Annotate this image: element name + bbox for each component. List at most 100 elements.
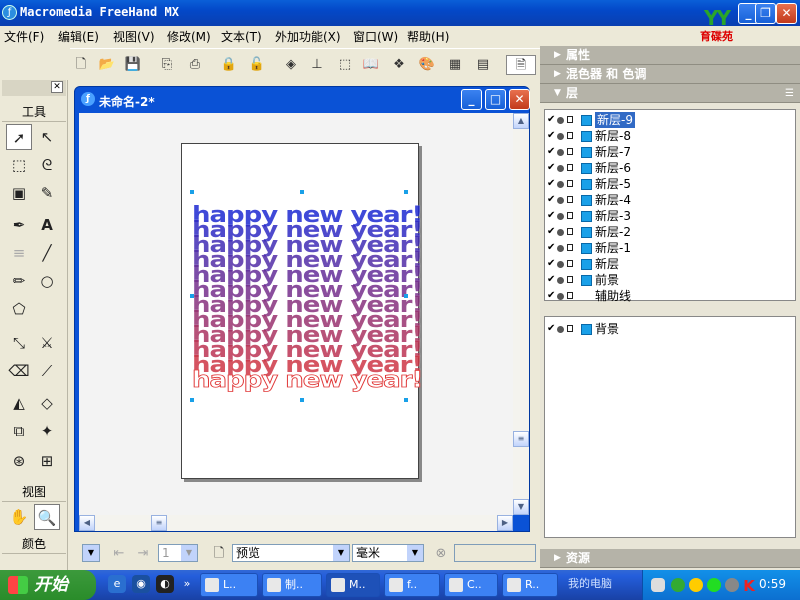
layer-row[interactable]: ✔ 新层-1 [545, 240, 795, 256]
lasso-tool-icon[interactable]: ᘓ [34, 152, 60, 178]
check-icon[interactable]: ✔ [547, 321, 555, 337]
check-icon[interactable]: ✔ [547, 288, 555, 304]
selection-handle[interactable] [404, 294, 408, 298]
page-number-select[interactable]: 1 ▼ [158, 544, 198, 562]
menu-window[interactable]: 窗口(W) [353, 28, 398, 45]
check-icon[interactable]: ✔ [547, 128, 555, 144]
selection-handle[interactable] [404, 398, 408, 402]
check-icon[interactable]: ✔ [547, 208, 555, 224]
panel-options-icon[interactable]: ☰ [785, 84, 794, 103]
layer-row[interactable]: ✔ 前景 [545, 272, 795, 288]
layers-icon[interactable]: ▤ [472, 55, 494, 75]
link-tool-icon[interactable]: ⊛ [6, 448, 32, 474]
subselect-tool-icon[interactable]: ↖ [34, 124, 60, 150]
check-icon[interactable]: ✔ [547, 144, 555, 160]
menu-help[interactable]: 帮助(H) [407, 28, 449, 45]
layer-color-swatch[interactable] [581, 147, 592, 158]
layer-row[interactable]: ✔ 新层-7 [545, 144, 795, 160]
pencil-tool-icon[interactable]: ✏ [6, 268, 32, 294]
eyedropper-tool-icon[interactable]: ✎ [34, 180, 60, 206]
layer-row[interactable]: ✔ 新层-4 [545, 192, 795, 208]
layer-color-swatch[interactable] [581, 115, 592, 126]
selection-handle[interactable] [190, 398, 194, 402]
selection-handle[interactable] [404, 190, 408, 194]
menu-text[interactable]: 文本(T) [221, 28, 262, 45]
layer-color-swatch[interactable] [581, 131, 592, 142]
menu-modify[interactable]: 修改(M) [167, 28, 211, 45]
layer-color-swatch[interactable] [581, 195, 592, 206]
visibility-dot-icon[interactable] [557, 149, 564, 156]
properties-panel-header[interactable]: ▶ 属性 [540, 46, 800, 65]
grid-icon[interactable]: ▦ [444, 55, 466, 75]
layer-row[interactable]: ✔ 新层-6 [545, 160, 795, 176]
visibility-dot-icon[interactable] [557, 213, 564, 220]
lock-icon[interactable] [567, 260, 573, 267]
selection-handle[interactable] [190, 190, 194, 194]
menu-xtras[interactable]: 外加功能(X) [275, 28, 341, 45]
text-tool-icon[interactable]: A [34, 212, 60, 238]
taskbar-button[interactable]: M.. [326, 573, 380, 597]
keyboard-icon[interactable] [651, 578, 665, 592]
check-icon[interactable]: ✔ [547, 256, 555, 272]
lock-icon[interactable]: 🔒 [218, 55, 240, 75]
document-icon[interactable]: 🗎 [506, 55, 536, 75]
taskbar-button[interactable]: f.. [384, 573, 440, 597]
selection-handle[interactable] [300, 190, 304, 194]
polygon-tool-icon[interactable]: ⬠ [6, 296, 32, 322]
align-icon[interactable]: ⊥ [306, 55, 328, 75]
check-icon[interactable]: ✔ [547, 272, 555, 288]
qq-icon[interactable]: ◐ [156, 575, 174, 593]
ellipse-tool-icon[interactable]: ○ [34, 268, 60, 294]
preview-mode-select[interactable]: 预览 ▼ [232, 544, 350, 562]
layer-row[interactable]: ✔ 辅助线 [545, 288, 795, 304]
lock-icon[interactable] [567, 325, 573, 332]
page-icon[interactable]: 🗋 [208, 544, 230, 564]
lock-icon[interactable] [567, 276, 573, 283]
mesh-tool-icon[interactable]: ◇ [34, 390, 60, 416]
vertical-scrollbar[interactable]: ▲ ≡ ▼ [513, 113, 529, 515]
menu-file[interactable]: 文件(F) [4, 28, 44, 45]
volume-icon[interactable] [725, 578, 739, 592]
taskbar-button[interactable]: R.. [502, 573, 558, 597]
next-page-icon[interactable]: ⇥ [132, 544, 154, 564]
scroll-down-icon[interactable]: ▼ [513, 499, 529, 515]
doc-minimize-button[interactable]: _ [461, 89, 482, 110]
document-page[interactable]: happy new year! happy new year! happy new … [181, 143, 424, 479]
kaspersky-icon[interactable]: K [741, 577, 757, 595]
hand-tool-icon[interactable]: ✋ [6, 504, 32, 530]
blend-tool-icon[interactable]: ⧉ [6, 418, 32, 444]
lock-icon[interactable] [567, 164, 573, 171]
page-tool-icon[interactable]: ⬚ [6, 152, 32, 178]
import-icon[interactable]: ⎘ [156, 55, 178, 75]
layer-color-swatch[interactable] [581, 243, 592, 254]
layer-color-swatch[interactable] [581, 227, 592, 238]
layer-row[interactable]: ✔ 新层-9 [545, 112, 795, 128]
layer-row[interactable]: ✔ 新层-8 [545, 128, 795, 144]
chart-tool-icon[interactable]: ⊞ [34, 448, 60, 474]
mixer-panel-header[interactable]: ▶ 混色器 和 色调 [540, 65, 800, 84]
layer-color-swatch[interactable] [581, 259, 592, 270]
fill-tool-icon[interactable]: ◭ [6, 390, 32, 416]
freeform-tool-icon[interactable]: ⟋ [34, 358, 60, 384]
taskbar-button[interactable]: C.. [444, 573, 498, 597]
layer-color-swatch[interactable] [581, 211, 592, 222]
start-button[interactable]: 开始 [0, 570, 96, 600]
close-button[interactable]: ✕ [776, 3, 797, 24]
zoom-tool-icon[interactable]: 🔍 [34, 504, 60, 530]
check-icon[interactable]: ✔ [547, 176, 555, 192]
view-menu-dropdown[interactable]: ▼ [82, 544, 100, 562]
messenger-icon[interactable] [689, 578, 703, 592]
check-icon[interactable]: ✔ [547, 224, 555, 240]
trace-tool-icon[interactable]: ▣ [6, 180, 32, 206]
lock-icon[interactable] [567, 228, 573, 235]
visibility-dot-icon[interactable] [557, 165, 564, 172]
visibility-dot-icon[interactable] [557, 229, 564, 236]
graphic-hose-icon[interactable]: ✦ [34, 418, 60, 444]
visibility-dot-icon[interactable] [557, 326, 564, 333]
group-icon[interactable]: ◈ [280, 55, 302, 75]
layer-row-background[interactable]: ✔ 背景 [545, 321, 795, 337]
layers-list[interactable]: ✔ 新层-9 ✔ 新层-8 ✔ 新层-7 ✔ 新层-6 ✔ 新层-5 ✔ 新层-4 ✔ 新层-3 ✔ 新层-2… [544, 109, 796, 304]
taskbar-button[interactable]: L.. [200, 573, 258, 597]
close-icon[interactable]: ✕ [51, 81, 63, 93]
open-icon[interactable]: 📂 [96, 55, 118, 75]
